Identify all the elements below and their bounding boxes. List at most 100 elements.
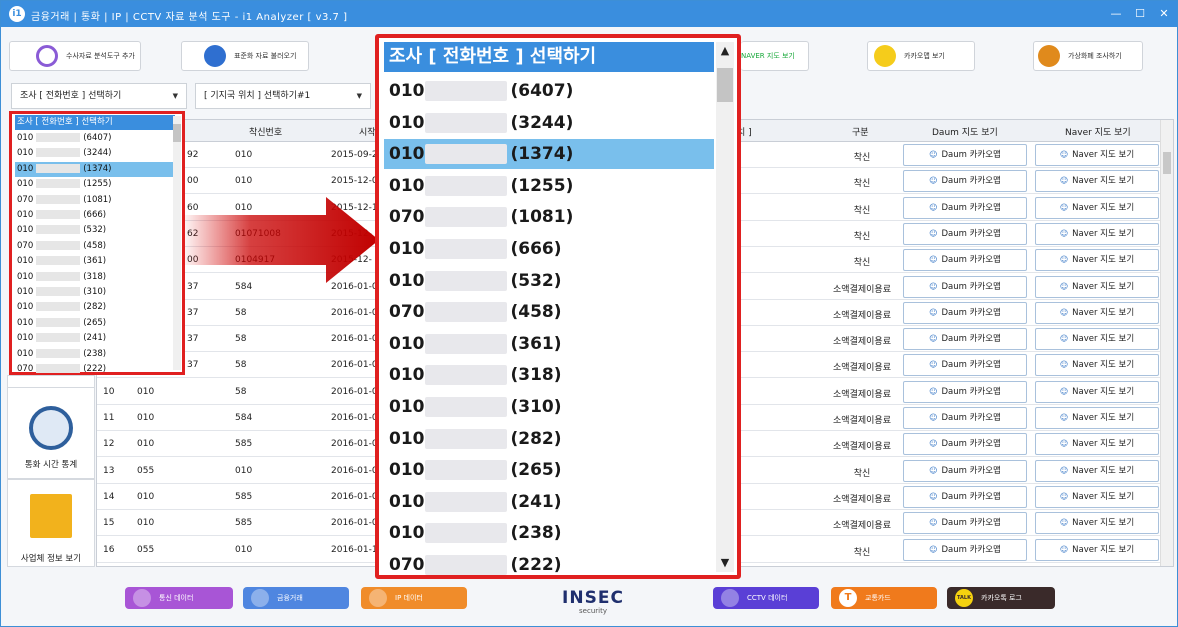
maximize-button[interactable]: ☐	[1129, 5, 1151, 23]
telecom-data-button[interactable]: 통신 데이터	[125, 587, 233, 609]
daum-map-button[interactable]: ☺ Daum 카카오맵	[903, 196, 1027, 219]
dropdown-header-zoomed[interactable]: 조사 [ 전화번호 ] 선택하기	[384, 42, 714, 72]
dropdown-option-zoomed[interactable]: 010 (310)	[384, 392, 562, 422]
naver-map-row-button[interactable]: ☺ Naver 지도 보기	[1035, 222, 1159, 245]
call-time-stats-button[interactable]: 통화 시간 통계	[7, 387, 95, 479]
crypto-investigation-button[interactable]: 가상화폐 조사하기	[1033, 41, 1143, 71]
dropdown-option-zoomed[interactable]: 010 (238)	[384, 518, 562, 548]
ip-data-button[interactable]: IP 데이터	[361, 587, 467, 609]
daum-map-button[interactable]: ☺ Daum 카카오맵	[903, 328, 1027, 351]
dropdown-header[interactable]: 조사 [ 전화번호 ] 선택하기	[15, 115, 175, 130]
scrollbar-thumb[interactable]	[173, 124, 181, 142]
naver-map-row-button[interactable]: ☺ Naver 지도 보기	[1035, 512, 1159, 535]
dropdown-option[interactable]: 070 (1081)	[15, 193, 112, 208]
hidden-toolbar-button[interactable]	[353, 41, 375, 71]
daum-map-button[interactable]: ☺ Daum 카카오맵	[903, 485, 1027, 508]
naver-map-row-button[interactable]: ☺ Naver 지도 보기	[1035, 144, 1159, 166]
dropdown-option[interactable]: 070 (458)	[15, 239, 106, 254]
naver-map-button[interactable]: NAVER 지도 보기	[741, 41, 809, 71]
dropdown-option[interactable]: 010 (265)	[15, 316, 106, 331]
cctv-data-button[interactable]: CCTV 데이터	[713, 587, 819, 609]
kakao-map-button[interactable]: 카카오맵 보기	[867, 41, 975, 71]
dropdown-option[interactable]: 010 (3244)	[15, 146, 112, 161]
daum-map-button[interactable]: ☺ Daum 카카오맵	[903, 275, 1027, 298]
dropdown-option[interactable]: 010 (310)	[15, 285, 106, 300]
dropdown-option[interactable]: 010 (318)	[15, 270, 106, 285]
load-standard-data-button[interactable]: 표준화 자료 불러오기	[181, 41, 309, 71]
dropdown-option-zoomed[interactable]: 070 (222)	[384, 550, 562, 580]
dropdown-option[interactable]: 010 (1374)	[15, 161, 175, 177]
dropdown-option-zoomed[interactable]: 070 (458)	[384, 297, 562, 327]
daum-map-button[interactable]: ☺ Daum 카카오맵	[903, 459, 1027, 482]
daum-map-button[interactable]: ☺ Daum 카카오맵	[903, 144, 1027, 166]
dropdown-option-zoomed[interactable]: 010 (318)	[384, 360, 562, 390]
option-prefix: 070	[389, 555, 425, 575]
add-analysis-tool-button[interactable]: 수사자료 분석도구 추가	[9, 41, 141, 71]
dropdown-option[interactable]: 010 (532)	[15, 223, 106, 238]
dropdown-option-zoomed[interactable]: 010 (3244)	[384, 108, 573, 138]
dropdown-option-zoomed[interactable]: 010 (265)	[384, 455, 562, 485]
dropdown-option[interactable]: 010 (282)	[15, 300, 106, 315]
dropdown-option[interactable]: 010 (241)	[15, 331, 106, 346]
caller-suffix: 92	[187, 150, 199, 160]
dropdown-option-zoomed[interactable]: 010 (666)	[384, 234, 562, 264]
naver-map-row-button[interactable]: ☺ Naver 지도 보기	[1035, 249, 1159, 272]
dropdown-option-zoomed[interactable]: 010 (361)	[384, 329, 562, 359]
daum-map-button[interactable]: ☺ Daum 카카오맵	[903, 249, 1027, 272]
daum-map-button[interactable]: ☺ Daum 카카오맵	[903, 170, 1027, 193]
transit-card-button[interactable]: T 교통카드	[831, 587, 937, 609]
naver-map-row-button[interactable]: ☺ Naver 지도 보기	[1035, 301, 1159, 324]
naver-map-row-button[interactable]: ☺ Naver 지도 보기	[1035, 433, 1159, 456]
daum-map-button[interactable]: ☺ Daum 카카오맵	[903, 407, 1027, 429]
dropdown-option[interactable]: 010 (666)	[15, 208, 106, 223]
dropdown-option[interactable]: 070 (222)	[15, 362, 106, 377]
dropdown-option-zoomed[interactable]: 010 (1255)	[384, 171, 573, 201]
callee-number: 58	[235, 386, 247, 397]
scrollbar-thumb[interactable]	[1163, 152, 1171, 174]
daum-map-button[interactable]: ☺ Daum 카카오맵	[903, 433, 1027, 456]
naver-map-row-button[interactable]: ☺ Naver 지도 보기	[1035, 538, 1159, 561]
person-pin-icon: ☺	[1059, 150, 1069, 159]
naver-map-row-button[interactable]: ☺ Naver 지도 보기	[1035, 354, 1159, 377]
dropdown-option-zoomed[interactable]: 010 (6407)	[384, 76, 573, 106]
daum-map-button[interactable]: ☺ Daum 카카오맵	[903, 354, 1027, 377]
dropdown-zoomed-scrollbar[interactable]: ▲ ▼	[716, 42, 734, 572]
scrollbar-thumb[interactable]	[717, 68, 733, 102]
dropdown-option[interactable]: 010 (1255)	[15, 177, 112, 192]
dropdown-scrollbar[interactable]	[173, 116, 181, 370]
naver-map-row-button[interactable]: ☺ Naver 지도 보기	[1035, 170, 1159, 193]
scroll-down-icon[interactable]: ▼	[717, 556, 733, 569]
phone-dropdown-zoomed[interactable]: 조사 [ 전화번호 ] 선택하기 010 (6407) 010 (3244) 010 (1…	[375, 34, 741, 579]
dropdown-option-zoomed[interactable]: 010 (532)	[384, 266, 562, 296]
business-info-button[interactable]: 사업체 정보 보기	[7, 479, 95, 567]
close-button[interactable]: ✕	[1153, 5, 1175, 23]
daum-map-button[interactable]: ☺ Daum 카카오맵	[903, 512, 1027, 535]
daum-map-button[interactable]: ☺ Daum 카카오맵	[903, 222, 1027, 245]
dropdown-option-zoomed[interactable]: 010 (241)	[384, 487, 562, 517]
naver-map-row-button[interactable]: ☺ Naver 지도 보기	[1035, 196, 1159, 219]
base-station-select[interactable]: [ 기지국 위치 ] 선택하기#1 ▼	[195, 83, 371, 109]
redacted-number	[424, 144, 507, 165]
daum-map-button[interactable]: ☺ Daum 카카오맵	[903, 301, 1027, 324]
naver-map-row-button[interactable]: ☺ Naver 지도 보기	[1035, 275, 1159, 298]
naver-map-row-button[interactable]: ☺ Naver 지도 보기	[1035, 485, 1159, 508]
phone-number-select[interactable]: 조사 [ 전화번호 ] 선택하기 ▼	[11, 83, 187, 109]
naver-map-row-button[interactable]: ☺ Naver 지도 보기	[1035, 459, 1159, 482]
dropdown-option[interactable]: 010 (6407)	[15, 131, 112, 146]
dropdown-option[interactable]: 010 (361)	[15, 254, 106, 269]
minimize-button[interactable]: —	[1105, 5, 1127, 23]
dropdown-option-zoomed[interactable]: 010 (282)	[384, 424, 562, 454]
naver-map-row-button[interactable]: ☺ Naver 지도 보기	[1035, 407, 1159, 429]
dropdown-option[interactable]: 010 (238)	[15, 347, 106, 362]
daum-map-button[interactable]: ☺ Daum 카카오맵	[903, 538, 1027, 561]
dropdown-option-zoomed[interactable]: 010 (1374)	[384, 139, 714, 170]
scroll-up-icon[interactable]: ▲	[717, 44, 733, 57]
kakaotalk-log-button[interactable]: TALK 카카오톡 로그	[947, 587, 1055, 609]
phone-dropdown-small[interactable]: 조사 [ 전화번호 ] 선택하기 010 (6407) 010 (3244) 010 (1…	[9, 111, 185, 375]
naver-map-row-button[interactable]: ☺ Naver 지도 보기	[1035, 380, 1159, 403]
daum-map-button[interactable]: ☺ Daum 카카오맵	[903, 380, 1027, 403]
dropdown-option-zoomed[interactable]: 070 (1081)	[384, 202, 573, 232]
naver-map-row-button[interactable]: ☺ Naver 지도 보기	[1035, 328, 1159, 351]
finance-button[interactable]: 금융거래	[243, 587, 349, 609]
table-scrollbar[interactable]	[1160, 120, 1173, 566]
